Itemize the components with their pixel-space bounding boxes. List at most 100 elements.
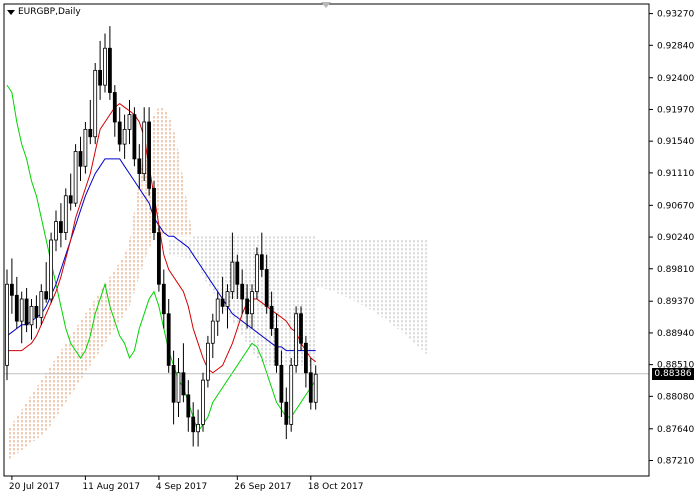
- candle-body: [122, 128, 127, 145]
- candle-body: [303, 342, 308, 374]
- candle-body: [210, 320, 215, 344]
- x-tick-label: 18 Oct 2017: [308, 482, 364, 492]
- candle-body: [14, 294, 19, 322]
- candle: [254, 247, 259, 299]
- candle-body: [201, 379, 205, 425]
- candle-body: [225, 291, 230, 307]
- candle-body: [176, 372, 181, 403]
- candle-body: [132, 114, 137, 160]
- candle-body: [166, 313, 171, 366]
- candle-body: [161, 283, 166, 315]
- y-tick-label: 0.91540: [657, 137, 694, 147]
- candle-body: [313, 373, 318, 403]
- y-tick-label: 0.90240: [657, 233, 694, 243]
- candle-body: [9, 283, 14, 296]
- candle-body: [294, 313, 299, 366]
- candle-body: [235, 261, 240, 285]
- candle-body: [44, 291, 49, 300]
- collapse-arrow-icon[interactable]: [7, 10, 15, 15]
- candle-body: [269, 305, 274, 329]
- candle-body: [215, 298, 220, 322]
- candle: [156, 225, 161, 292]
- y-tick-label: 0.88940: [657, 329, 694, 339]
- candle-body: [259, 254, 264, 270]
- candle-body: [39, 291, 44, 318]
- candle-body: [279, 364, 284, 403]
- candle: [132, 107, 137, 167]
- y-tick-label: 0.91970: [657, 105, 694, 115]
- candle-body: [254, 254, 259, 293]
- candle: [49, 232, 53, 303]
- x-tick-label: 4 Sep 2017: [156, 482, 207, 492]
- chart-root: 0.93270 0.92840 0.92400 0.91970 0.91540 0.911…: [0, 0, 700, 500]
- y-tick-label: 0.92840: [657, 41, 694, 51]
- candle-body: [191, 416, 196, 433]
- candle: [73, 144, 78, 207]
- candle-body: [220, 298, 225, 307]
- candle-body: [205, 342, 210, 381]
- candle-body: [147, 121, 152, 189]
- candle: [201, 372, 205, 432]
- candle-body: [108, 47, 112, 93]
- candle: [294, 306, 299, 373]
- x-tick-label: 20 Jul 2017: [9, 482, 60, 492]
- candle: [63, 188, 68, 240]
- candle-body: [34, 305, 39, 318]
- candle: [205, 335, 210, 388]
- y-tick-label: 0.87640: [657, 425, 694, 435]
- candle-body: [98, 69, 102, 86]
- candle-body: [230, 261, 235, 293]
- y-tick-label: 0.87210: [657, 457, 694, 467]
- candle-body: [250, 291, 254, 315]
- candle-body: [73, 151, 78, 204]
- candle-body: [308, 372, 313, 403]
- candle-body: [93, 69, 98, 138]
- x-tick-label: 11 Aug 2017: [82, 482, 140, 492]
- candle-body: [117, 121, 122, 145]
- chart-title: EURGBP,Daily: [18, 7, 81, 17]
- candle-body: [181, 372, 186, 396]
- price-chart[interactable]: 0.93270 0.92840 0.92400 0.91970 0.91540 0.911…: [0, 0, 700, 500]
- y-tick-label: 0.91110: [657, 169, 694, 179]
- candle-body: [142, 121, 147, 175]
- candle: [289, 358, 294, 432]
- x-tick-label: 26 Sep 2017: [234, 482, 291, 492]
- candle: [152, 181, 156, 240]
- candle-body: [24, 298, 29, 326]
- y-tick-label: 0.89370: [657, 297, 694, 307]
- candle-body: [137, 158, 142, 175]
- candle: [5, 269, 9, 381]
- candle-body: [284, 401, 289, 425]
- candle-body: [59, 221, 63, 234]
- candle-body: [63, 195, 68, 234]
- candle-body: [54, 221, 58, 241]
- candle: [93, 63, 98, 145]
- y-tick-label: 0.93270: [657, 10, 694, 20]
- candle-body: [112, 92, 117, 123]
- candle-body: [127, 114, 132, 130]
- candle-body: [196, 423, 201, 433]
- y-tick-label: 0.89810: [657, 265, 694, 275]
- candle-body: [19, 298, 24, 322]
- candle-body: [156, 232, 161, 285]
- candle-body: [289, 364, 294, 425]
- candle-body: [245, 298, 250, 315]
- chart-shift-marker-icon[interactable]: [321, 2, 331, 8]
- candle-body: [68, 195, 73, 204]
- candle-body: [152, 187, 156, 234]
- candle-body: [171, 364, 176, 403]
- candle-body: [49, 239, 53, 300]
- current-price-tag: 0.88386: [652, 367, 694, 380]
- candle-body: [240, 283, 245, 300]
- candle-body: [103, 47, 107, 86]
- candle-body: [186, 394, 191, 418]
- candle-body: [274, 328, 279, 366]
- y-tick-label: 0.92400: [657, 74, 694, 84]
- candle-body: [29, 305, 34, 326]
- y-tick-label: 0.88080: [657, 392, 694, 402]
- candle-body: [78, 151, 83, 167]
- candle: [83, 122, 88, 174]
- candle-body: [299, 313, 303, 344]
- candle-body: [83, 128, 88, 167]
- candle-body: [88, 128, 93, 138]
